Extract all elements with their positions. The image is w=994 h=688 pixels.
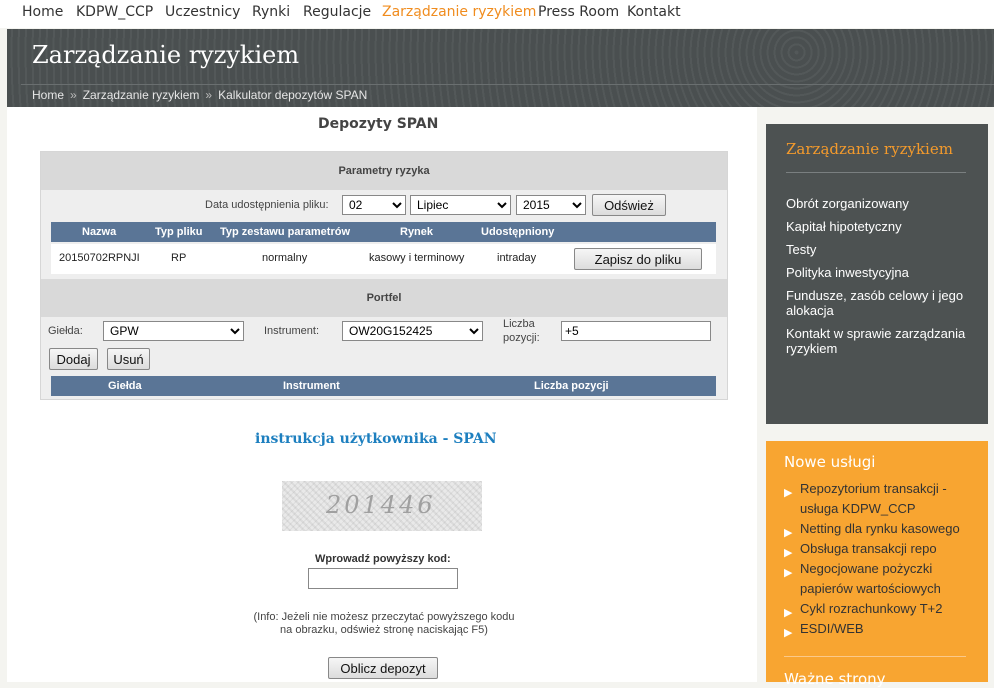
exchange-select[interactable]: GPW <box>103 321 244 341</box>
breadcrumb-separator: » <box>205 88 213 102</box>
row-market: kasowy i terminowy <box>369 252 465 264</box>
arrow-bullet-icon: ▶ <box>784 487 793 499</box>
portfolio-column-gielda: Giełda <box>108 380 142 392</box>
list-item[interactable]: ▶ Cykl rozrachunkowy T+2 <box>784 599 984 619</box>
breadcrumb-separator: » <box>70 88 77 102</box>
captcha-info-line2: na obrazku, odśwież stronę naciskając F5… <box>280 624 488 636</box>
nav-zarzadzanie-ryzykiem[interactable]: Zarządzanie ryzykiem <box>382 4 536 20</box>
row-shared: intraday <box>497 252 537 264</box>
span-calculator-panel: Parametry ryzyka Data udostępnienia plik… <box>40 151 728 400</box>
breadcrumb-current: Kalkulator depozytów SPAN <box>218 88 368 102</box>
column-udostepniony: Udostępniony <box>481 226 555 238</box>
important-pages-title: Ważne strony <box>784 670 886 688</box>
sidebar-item-kapital[interactable]: Kapitał hipotetyczny <box>786 219 976 234</box>
refresh-button[interactable]: Odśwież <box>592 194 666 216</box>
sidebar-item-polityka[interactable]: Polityka inwestycyjna <box>786 265 976 280</box>
arrow-bullet-icon: ▶ <box>784 567 793 579</box>
exchange-label: Giełda: <box>48 325 83 337</box>
page-banner: Zarządzanie ryzykiem Home » Zarządzanie ry… <box>7 29 994 107</box>
column-rynek: Rynek <box>400 226 434 238</box>
list-item[interactable]: ▶ Repozytorium transakcji - usługa KDPW_C… <box>784 479 984 519</box>
sidebar-item-fundusze[interactable]: Fundusze, zasób celowy i jego alokacja <box>786 288 976 318</box>
instrument-label: Instrument: <box>264 325 320 337</box>
captcha-input[interactable] <box>308 568 458 589</box>
portfolio-column-instrument: Instrument <box>283 380 340 392</box>
sidebar-menu: Zarządzanie ryzykiem Obrót zorganizowany… <box>766 124 988 424</box>
breadcrumb-home[interactable]: Home <box>32 88 64 102</box>
parameters-table-header: Nazwa Typ pliku Typ zestawu parametrów R… <box>51 222 716 242</box>
sidebar-title: Zarządzanie ryzykiem <box>786 140 953 158</box>
page-title: Zarządzanie ryzykiem <box>32 41 300 69</box>
add-button[interactable]: Dodaj <box>49 348 98 370</box>
arrow-bullet-icon: ▶ <box>784 627 793 639</box>
file-date-label: Data udostępnienia pliku: <box>205 199 329 211</box>
positions-label-line1: Liczba <box>503 318 535 330</box>
month-select[interactable]: Lipiec <box>410 195 511 215</box>
captcha-image: 201446 <box>282 481 482 531</box>
portfolio-table-header: Giełda Instrument Liczba pozycji <box>51 376 716 396</box>
column-typ-pliku: Typ pliku <box>155 226 203 238</box>
captcha-label: Wprowadź powyższy kod: <box>315 553 451 565</box>
save-to-file-button[interactable]: Zapisz do pliku <box>574 248 702 270</box>
row-set-type: normalny <box>262 252 308 264</box>
row-name: 20150702RPNJI <box>59 252 140 264</box>
year-select[interactable]: 2015 <box>516 195 586 215</box>
row-file-type: RP <box>171 252 187 264</box>
breadcrumb-divider <box>21 84 994 85</box>
user-instructions-link[interactable]: instrukcja użytkownika - SPAN <box>255 431 497 447</box>
portfolio-header: Portfel <box>41 279 727 317</box>
new-services-title: Nowe usługi <box>784 453 876 471</box>
calculator-title: Depozyty SPAN <box>318 116 439 132</box>
nav-uczestnicy[interactable]: Uczestnicy <box>165 4 240 20</box>
services-divider <box>784 656 966 657</box>
calculate-deposit-button[interactable]: Oblicz depozyt <box>328 657 438 679</box>
nav-kontakt[interactable]: Kontakt <box>627 4 681 20</box>
list-item[interactable]: ▶ ESDI/WEB <box>784 619 984 639</box>
column-nazwa: Nazwa <box>82 226 117 238</box>
risk-parameters-header: Parametry ryzyka <box>41 152 727 190</box>
list-item[interactable]: ▶ Obsługa transakcji repo <box>784 539 984 559</box>
sidebar-item-testy[interactable]: Testy <box>786 242 976 257</box>
nav-rynki[interactable]: Rynki <box>252 4 290 20</box>
remove-button[interactable]: Usuń <box>107 348 150 370</box>
top-navigation: Home KDPW_CCP Uczestnicy Rynki Regulacje… <box>0 0 994 28</box>
day-select[interactable]: 02 <box>342 195 406 215</box>
breadcrumb-section[interactable]: Zarządzanie ryzykiem <box>83 88 200 102</box>
portfolio-column-liczba-pozycji: Liczba pozycji <box>534 380 609 392</box>
list-item[interactable]: ▶ Netting dla rynku kasowego <box>784 519 984 539</box>
captcha-code: 201446 <box>326 491 436 519</box>
list-item[interactable]: ▶ Negocjowane pożyczki papierów wartościo… <box>784 559 984 599</box>
nav-regulacje[interactable]: Regulacje <box>303 4 371 20</box>
instrument-select[interactable]: OW20G152425 <box>342 321 483 341</box>
new-services-box: Nowe usługi ▶ Repozytorium transakcji - u… <box>766 441 988 688</box>
positions-input[interactable] <box>561 321 711 341</box>
breadcrumb: Home » Zarządzanie ryzykiem » Kalkulator dep… <box>32 88 367 102</box>
nav-kdpw-ccp[interactable]: KDPW_CCP <box>76 4 153 20</box>
column-typ-zestawu: Typ zestawu parametrów <box>220 226 350 238</box>
nav-home[interactable]: Home <box>22 4 63 20</box>
services-list: ▶ Repozytorium transakcji - usługa KDPW_C… <box>784 479 984 639</box>
captcha-info: (Info: Jeżeli nie możesz przeczytać powy… <box>250 611 518 637</box>
captcha-info-line1: (Info: Jeżeli nie możesz przeczytać powy… <box>253 611 515 623</box>
sidebar-item-kontakt[interactable]: Kontakt w sprawie zarządzania ryzykiem <box>786 326 976 356</box>
sidebar-item-obrot[interactable]: Obrót zorganizowany <box>786 196 976 211</box>
positions-label-line2: pozycji: <box>503 332 540 344</box>
sidebar-divider <box>786 172 966 173</box>
nav-press-room[interactable]: Press Room <box>538 4 619 20</box>
